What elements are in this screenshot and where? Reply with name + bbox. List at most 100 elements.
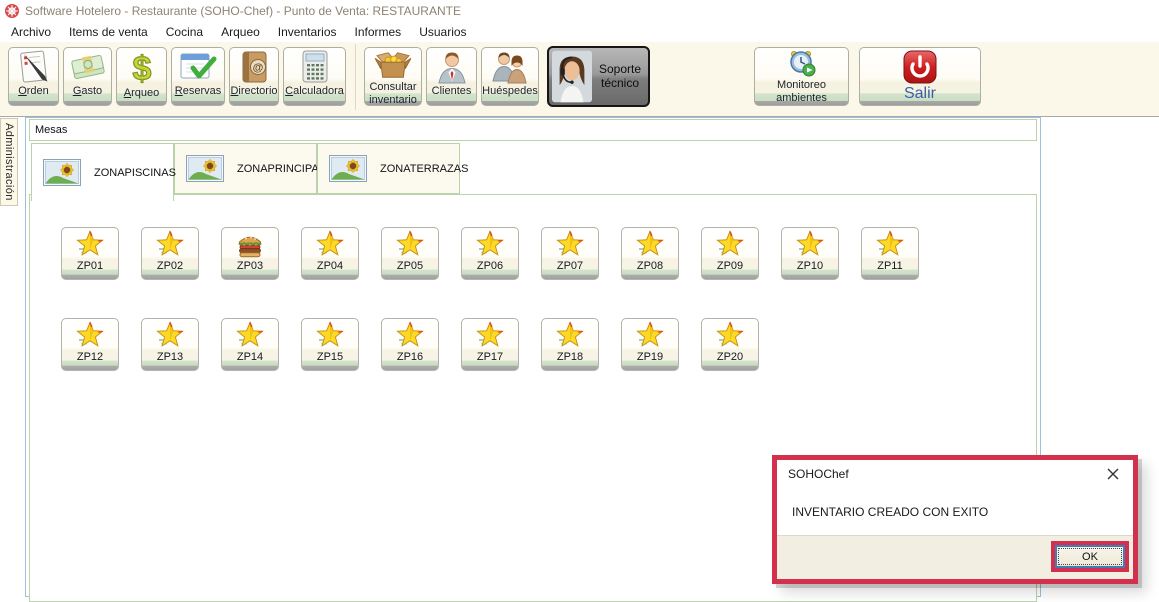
- monitoreo-ambientes-label: Monitoreo ambientes: [755, 79, 848, 104]
- directorio-button[interactable]: @ Directorio: [229, 47, 279, 106]
- power-icon: [902, 49, 938, 85]
- sunflower-photo-icon: [329, 155, 367, 182]
- guests-icon: [490, 49, 530, 85]
- table-button-ZP17[interactable]: ZP17: [461, 318, 519, 371]
- calculator-icon: [298, 49, 332, 85]
- arqueo-label: Arqueo: [124, 87, 159, 100]
- address-book-icon: @: [237, 49, 271, 85]
- table-button-ZP18[interactable]: ZP18: [541, 318, 599, 371]
- sunflower-photo-icon: [186, 155, 224, 182]
- table-label: ZP16: [397, 351, 423, 363]
- money-stack-icon: [68, 49, 108, 85]
- table-button-ZP14[interactable]: ZP14: [221, 318, 279, 371]
- table-button-ZP01[interactable]: ZP01: [61, 227, 119, 280]
- dialog-message: INVENTARIO CREADO CON EXITO: [792, 505, 988, 519]
- table-label: ZP17: [477, 351, 503, 363]
- table-button-ZP16[interactable]: ZP16: [381, 318, 439, 371]
- client-person-icon: [435, 49, 469, 85]
- star-icon: [716, 321, 744, 349]
- table-button-ZP13[interactable]: ZP13: [141, 318, 199, 371]
- table-button-ZP03[interactable]: ZP03: [221, 227, 279, 280]
- reservas-label: Reservas: [175, 85, 221, 98]
- soho-logo-icon: [5, 4, 19, 18]
- salir-button[interactable]: Salir: [859, 47, 981, 106]
- table-label: ZP18: [557, 351, 583, 363]
- soporte-tecnico-button[interactable]: Soporte técnico: [547, 46, 650, 107]
- table-label: ZP20: [717, 351, 743, 363]
- svg-text:@: @: [253, 62, 264, 74]
- calculadora-button[interactable]: Calculadora: [283, 47, 346, 106]
- calculadora-label: Calculadora: [285, 85, 344, 98]
- window-title: Software Hotelero - Restaurante (SOHO-Ch…: [25, 4, 461, 18]
- menu-cocina[interactable]: Cocina: [157, 23, 212, 41]
- table-button-ZP06[interactable]: ZP06: [461, 227, 519, 280]
- close-icon[interactable]: [1104, 465, 1122, 483]
- tab-zonaprincipal[interactable]: ZONAPRINCIPAL: [174, 143, 317, 194]
- table-button-ZP15[interactable]: ZP15: [301, 318, 359, 371]
- orden-button[interactable]: Orden: [8, 47, 59, 106]
- order-notepad-icon: [15, 49, 53, 85]
- table-label: ZP05: [397, 260, 423, 272]
- table-label: ZP04: [317, 260, 343, 272]
- star-icon: [796, 230, 824, 258]
- table-button-ZP05[interactable]: ZP05: [381, 227, 439, 280]
- table-button-ZP08[interactable]: ZP08: [621, 227, 679, 280]
- huespedes-label: Huéspedes: [482, 85, 538, 98]
- sidebar-tab-administracion[interactable]: Administración: [0, 118, 18, 206]
- star-icon: [476, 321, 504, 349]
- table-button-ZP20[interactable]: ZP20: [701, 318, 759, 371]
- table-button-ZP04[interactable]: ZP04: [301, 227, 359, 280]
- tables-grid: ZP01 ZP02 ZP03 ZP04 ZP05 ZP06 ZP07 ZP08 ZP09 ZP10…: [61, 227, 951, 371]
- window-titlebar: Software Hotelero - Restaurante (SOHO-Ch…: [0, 0, 1159, 21]
- menu-inventarios[interactable]: Inventarios: [269, 23, 346, 41]
- menu-usuarios[interactable]: Usuarios: [410, 23, 475, 41]
- menu-informes[interactable]: Informes: [346, 23, 411, 41]
- star-icon: [636, 321, 664, 349]
- svg-text:$: $: [132, 50, 151, 87]
- table-label: ZP10: [797, 260, 823, 272]
- star-icon: [396, 321, 424, 349]
- table-button-ZP11[interactable]: ZP11: [861, 227, 919, 280]
- menu-arqueo[interactable]: Arqueo: [212, 23, 269, 41]
- calendar-check-icon: [178, 49, 218, 85]
- ok-button[interactable]: OK: [1055, 545, 1125, 568]
- dollar-icon: $: [127, 49, 157, 87]
- table-button-ZP19[interactable]: ZP19: [621, 318, 679, 371]
- tab-zonapiscinas[interactable]: ZONAPISCINAS: [31, 143, 174, 201]
- table-button-ZP09[interactable]: ZP09: [701, 227, 759, 280]
- clock-monitor-icon: [787, 49, 817, 79]
- star-icon: [556, 230, 584, 258]
- toolbar-separator: [355, 44, 356, 110]
- dialog-title: SOHOChef: [788, 467, 1104, 481]
- table-button-ZP12[interactable]: ZP12: [61, 318, 119, 371]
- dialog-annotation-highlight: SOHOChef INVENTARIO CREADO CON EXITO OK: [772, 455, 1138, 584]
- salir-label: Salir: [904, 85, 936, 103]
- administracion-label: Administración: [3, 123, 15, 201]
- reservas-button[interactable]: Reservas: [171, 47, 225, 106]
- star-icon: [316, 321, 344, 349]
- table-button-ZP10[interactable]: ZP10: [781, 227, 839, 280]
- table-label: ZP12: [77, 351, 103, 363]
- gasto-button[interactable]: Gasto: [63, 47, 112, 106]
- arqueo-button[interactable]: $ Arqueo: [116, 47, 167, 106]
- tab-zonaterrazas[interactable]: ZONATERRAZAS: [317, 143, 460, 194]
- clientes-label: Clientes: [432, 85, 472, 98]
- burger-icon: [236, 230, 264, 258]
- menu-items-de-venta[interactable]: Items de venta: [60, 23, 157, 41]
- clientes-button[interactable]: Clientes: [426, 47, 477, 106]
- menu-archivo[interactable]: Archivo: [2, 23, 60, 41]
- star-icon: [156, 321, 184, 349]
- dialog-footer: OK: [777, 535, 1133, 579]
- star-icon: [396, 230, 424, 258]
- star-icon: [476, 230, 504, 258]
- huespedes-button[interactable]: Huéspedes: [481, 47, 539, 106]
- table-button-ZP02[interactable]: ZP02: [141, 227, 199, 280]
- orden-label: Orden: [18, 85, 49, 98]
- table-label: ZP06: [477, 260, 503, 272]
- monitoreo-ambientes-button[interactable]: Monitoreo ambientes: [754, 47, 849, 106]
- table-label: ZP07: [557, 260, 583, 272]
- consultar-inventario-button[interactable]: Consultar inventario: [364, 47, 422, 106]
- dialog-titlebar[interactable]: SOHOChef: [777, 460, 1133, 488]
- table-button-ZP07[interactable]: ZP07: [541, 227, 599, 280]
- inventory-box-icon: [372, 49, 414, 81]
